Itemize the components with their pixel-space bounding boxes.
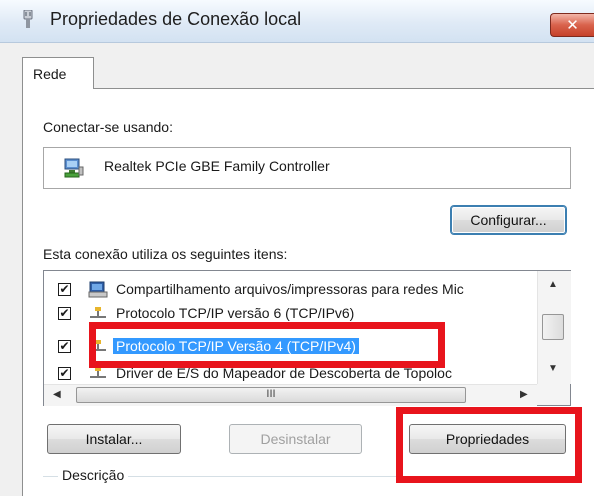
uninstall-button[interactable]: Desinstalar <box>229 424 362 454</box>
item-label: Protocolo TCP/IP versão 6 (TCP/IPv6) <box>116 305 355 321</box>
connect-using-label: Conectar-se usando: <box>43 119 173 135</box>
item-checkbox[interactable]: ✔ <box>58 367 71 380</box>
description-label: Descrição <box>58 467 129 483</box>
item-label: Compartilhamento arquivos/impressoras pa… <box>116 281 464 297</box>
highlight-properties <box>396 407 582 483</box>
item-checkbox[interactable]: ✔ <box>58 340 71 353</box>
scroll-down-icon[interactable]: ▼ <box>548 363 558 374</box>
horizontal-scrollbar[interactable]: ◀ III ▶ <box>44 384 537 406</box>
connection-icon <box>21 9 35 30</box>
scroll-right-icon[interactable]: ▶ <box>520 389 528 400</box>
install-button[interactable]: Instalar... <box>47 424 181 454</box>
item-checkbox[interactable]: ✔ <box>58 283 71 296</box>
printer-share-icon <box>88 281 108 299</box>
network-adapter-icon <box>63 157 85 179</box>
scroll-up-icon[interactable]: ▲ <box>548 279 558 290</box>
window-title: Propriedades de Conexão local <box>50 9 302 29</box>
scroll-left-icon[interactable]: ◀ <box>53 389 61 400</box>
adapter-name: Realtek PCIe GBE Family Controller <box>104 158 330 174</box>
scrollbar-corner <box>537 384 570 405</box>
list-item[interactable]: ✔ Compartilhamento arquivos/impressoras … <box>44 279 544 303</box>
scroll-thumb[interactable] <box>542 314 564 340</box>
configure-button[interactable]: Configurar... <box>451 206 566 234</box>
close-button[interactable]: ✕ <box>550 13 594 37</box>
vertical-scrollbar[interactable]: ▲ ▼ <box>537 271 571 384</box>
items-label: Esta conexão utiliza os seguintes itens: <box>43 246 288 262</box>
scroll-thumb[interactable]: III <box>76 387 466 403</box>
highlight-ipv4 <box>89 322 445 368</box>
protocol-icon <box>88 305 108 323</box>
item-checkbox[interactable]: ✔ <box>58 307 71 320</box>
tab-network[interactable]: Rede <box>22 57 94 89</box>
